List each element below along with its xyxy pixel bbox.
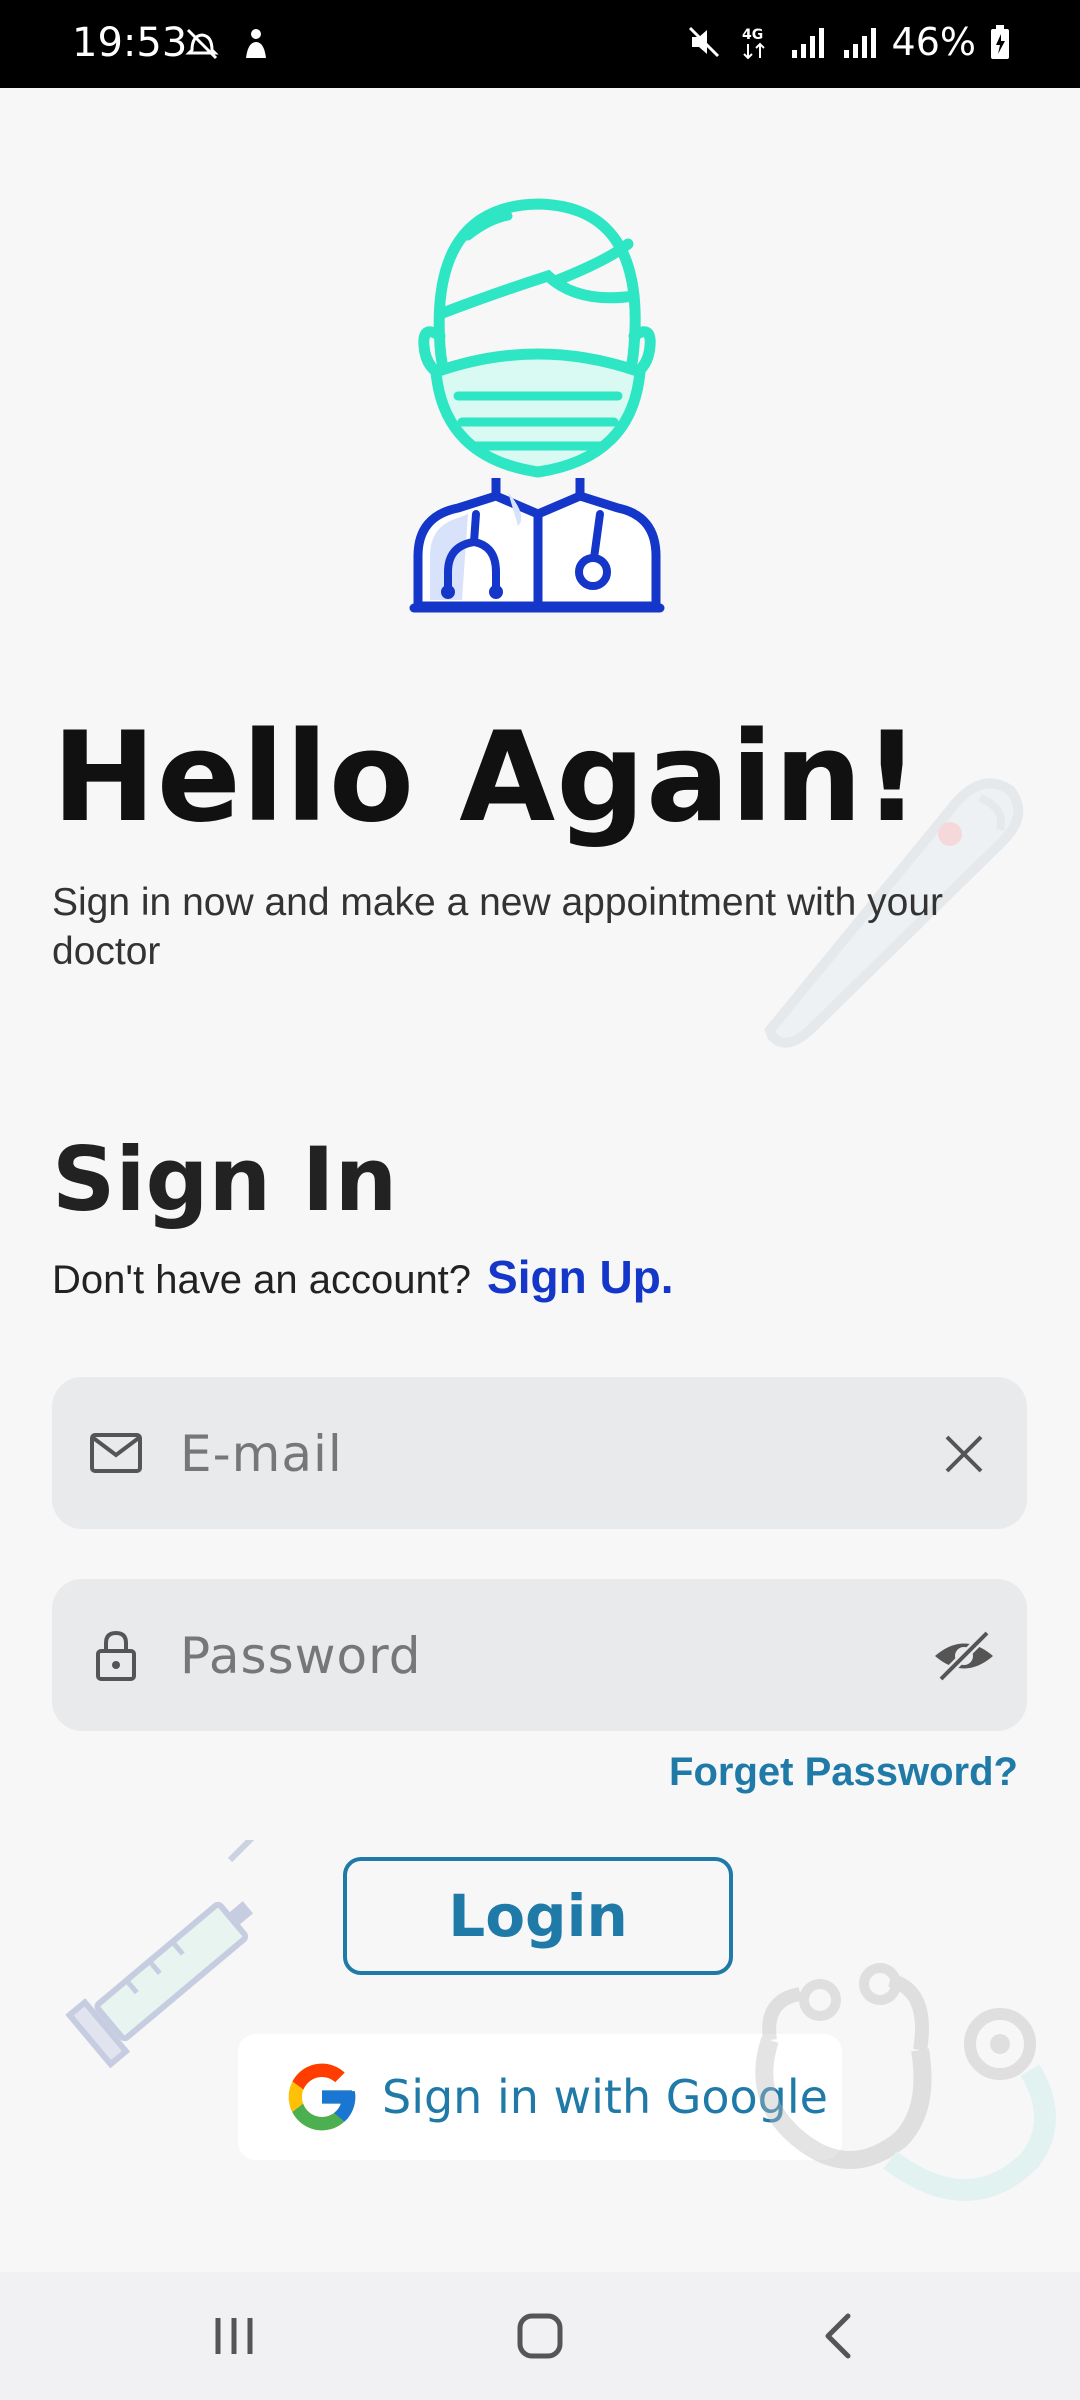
navigation-bar (0, 2272, 1080, 2400)
signup-row: Don't have an account? Sign Up. (52, 1250, 674, 1304)
home-icon[interactable] (508, 2304, 572, 2368)
clear-icon[interactable] (931, 1421, 997, 1487)
mail-icon (90, 1433, 142, 1473)
password-field[interactable]: Password (52, 1579, 1027, 1731)
svg-text:4G: 4G (742, 27, 763, 43)
battery-charging-icon (991, 25, 1009, 59)
status-bar: 19:53 4G 46% (0, 0, 1080, 88)
password-placeholder: Password (180, 1627, 422, 1685)
email-field[interactable]: E-mail (52, 1377, 1027, 1529)
4g-icon: 4G (742, 27, 765, 60)
recent-apps-icon[interactable] (202, 2304, 266, 2368)
eye-off-icon[interactable] (931, 1623, 997, 1689)
email-placeholder: E-mail (180, 1425, 343, 1483)
forget-password-link[interactable]: Forget Password? (669, 1750, 1018, 1795)
signin-title: Sign In (52, 1128, 398, 1231)
google-icon (288, 2063, 356, 2131)
signal-icon (791, 28, 824, 58)
login-button[interactable]: Login (343, 1857, 733, 1975)
mute-icon (688, 26, 719, 58)
page-title: Hello Again! (52, 706, 921, 850)
signal-icon-2 (843, 28, 876, 58)
back-icon[interactable] (808, 2304, 872, 2368)
no-account-text: Don't have an account? (52, 1258, 472, 1302)
status-right-icons: 4G 46% (684, 20, 1012, 64)
battery-percent: 46% (891, 20, 976, 64)
notification-icon (246, 29, 266, 58)
status-left-icons (182, 24, 276, 64)
alarm-off-icon (185, 28, 219, 60)
page-subtitle: Sign in now and make a new appointment w… (52, 881, 944, 973)
status-time: 19:53 (72, 20, 188, 66)
doctor-icon (409, 198, 665, 613)
lock-icon (96, 1630, 136, 1681)
stethoscope-icon (755, 1963, 1056, 2201)
signup-link[interactable]: Sign Up. (487, 1250, 674, 1304)
